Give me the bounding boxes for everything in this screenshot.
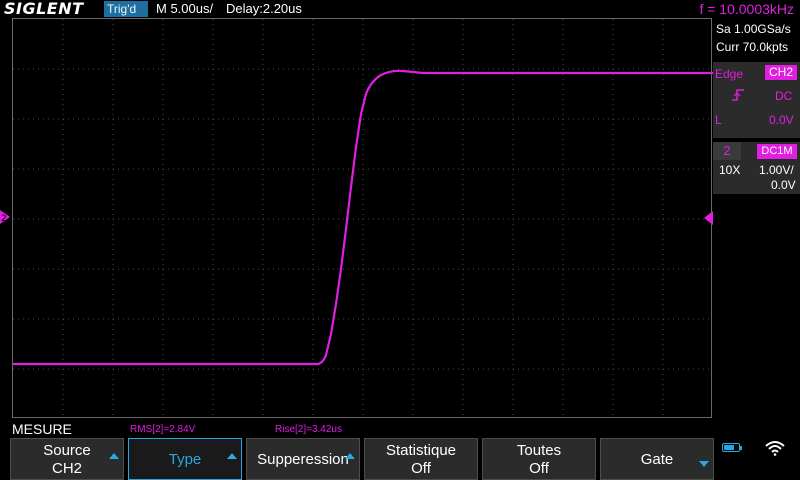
- softkey-value: Off: [411, 460, 431, 477]
- channel-number: 2: [713, 142, 741, 160]
- status-icons: [716, 440, 800, 460]
- all-measurements-softkey[interactable]: Toutes Off: [482, 438, 596, 480]
- measurement-rise: Rise[2]=3.42us: [275, 424, 342, 435]
- softkey-label: Gate: [640, 451, 674, 468]
- arrow-up-icon: [109, 453, 119, 459]
- vertical-offset: 0.0V: [771, 178, 796, 192]
- graticule: [13, 19, 713, 419]
- gate-softkey[interactable]: Gate: [600, 438, 714, 480]
- timebase-readout[interactable]: M 5.00us/: [156, 1, 213, 17]
- top-status-bar: SIGLENT Trig'd M 5.00us/ Delay:2.20us f …: [0, 0, 800, 18]
- arrow-up-icon: [345, 453, 355, 459]
- delay-readout[interactable]: Delay:2.20us: [226, 1, 302, 17]
- battery-icon: [722, 443, 740, 452]
- softkey-label: Statistique: [385, 442, 457, 459]
- suppression-softkey[interactable]: Supperession: [246, 438, 360, 480]
- memory-depth: Curr 70.0kpts: [716, 40, 789, 54]
- softkey-label: Source: [43, 442, 91, 459]
- vertical-scale: 1.00V/: [759, 163, 794, 177]
- menu-title: MESURE: [12, 421, 72, 437]
- trigger-status-badge: Trig'd: [104, 1, 148, 17]
- softkey-label: Type: [168, 451, 202, 468]
- probe-attenuation: 10X: [719, 163, 741, 177]
- wifi-icon: [765, 441, 785, 456]
- acquisition-panel: Sa 1.00GSa/s Curr 70.0kpts: [714, 20, 800, 56]
- trigger-panel[interactable]: Edge CH2 DC L 0.0V: [713, 62, 800, 138]
- arrow-down-icon: [699, 461, 709, 467]
- statistics-softkey[interactable]: Statistique Off: [364, 438, 478, 480]
- trigger-source-badge: CH2: [765, 65, 797, 80]
- measurement-rms: RMS[2]=2.84V: [130, 424, 196, 435]
- trigger-level-label: L: [715, 113, 722, 127]
- softkey-value: CH2: [51, 460, 82, 477]
- battery-tip: [740, 446, 742, 450]
- trigger-coupling: DC: [775, 89, 793, 103]
- type-softkey[interactable]: Type: [128, 438, 242, 480]
- softkey-bar: Source CH2 Type Supperession Statistique…: [10, 438, 714, 480]
- brand-logo: SIGLENT: [4, 0, 84, 18]
- softkey-value: Off: [529, 460, 549, 477]
- trigger-level-value: 0.0V: [769, 113, 794, 127]
- frequency-readout: f = 10.0003kHz: [699, 1, 794, 17]
- channel2-panel[interactable]: 2 DC1M 10X 1.00V/ 0.0V: [713, 142, 800, 194]
- channel-coupling-badge: DC1M: [757, 144, 797, 159]
- trigger-type: Edge: [715, 67, 744, 81]
- sample-rate: Sa 1.00GSa/s: [716, 22, 791, 36]
- waveform-display[interactable]: [12, 18, 713, 419]
- trigger-level-marker-icon[interactable]: [704, 211, 713, 225]
- softkey-label: Supperession: [257, 451, 349, 468]
- ch2-offset-marker-icon[interactable]: 2: [0, 210, 10, 224]
- rising-edge-icon: [732, 89, 744, 101]
- source-softkey[interactable]: Source CH2: [10, 438, 124, 480]
- arrow-up-icon: [227, 453, 237, 459]
- softkey-label: Toutes: [516, 442, 562, 459]
- svg-text:2: 2: [1, 214, 7, 224]
